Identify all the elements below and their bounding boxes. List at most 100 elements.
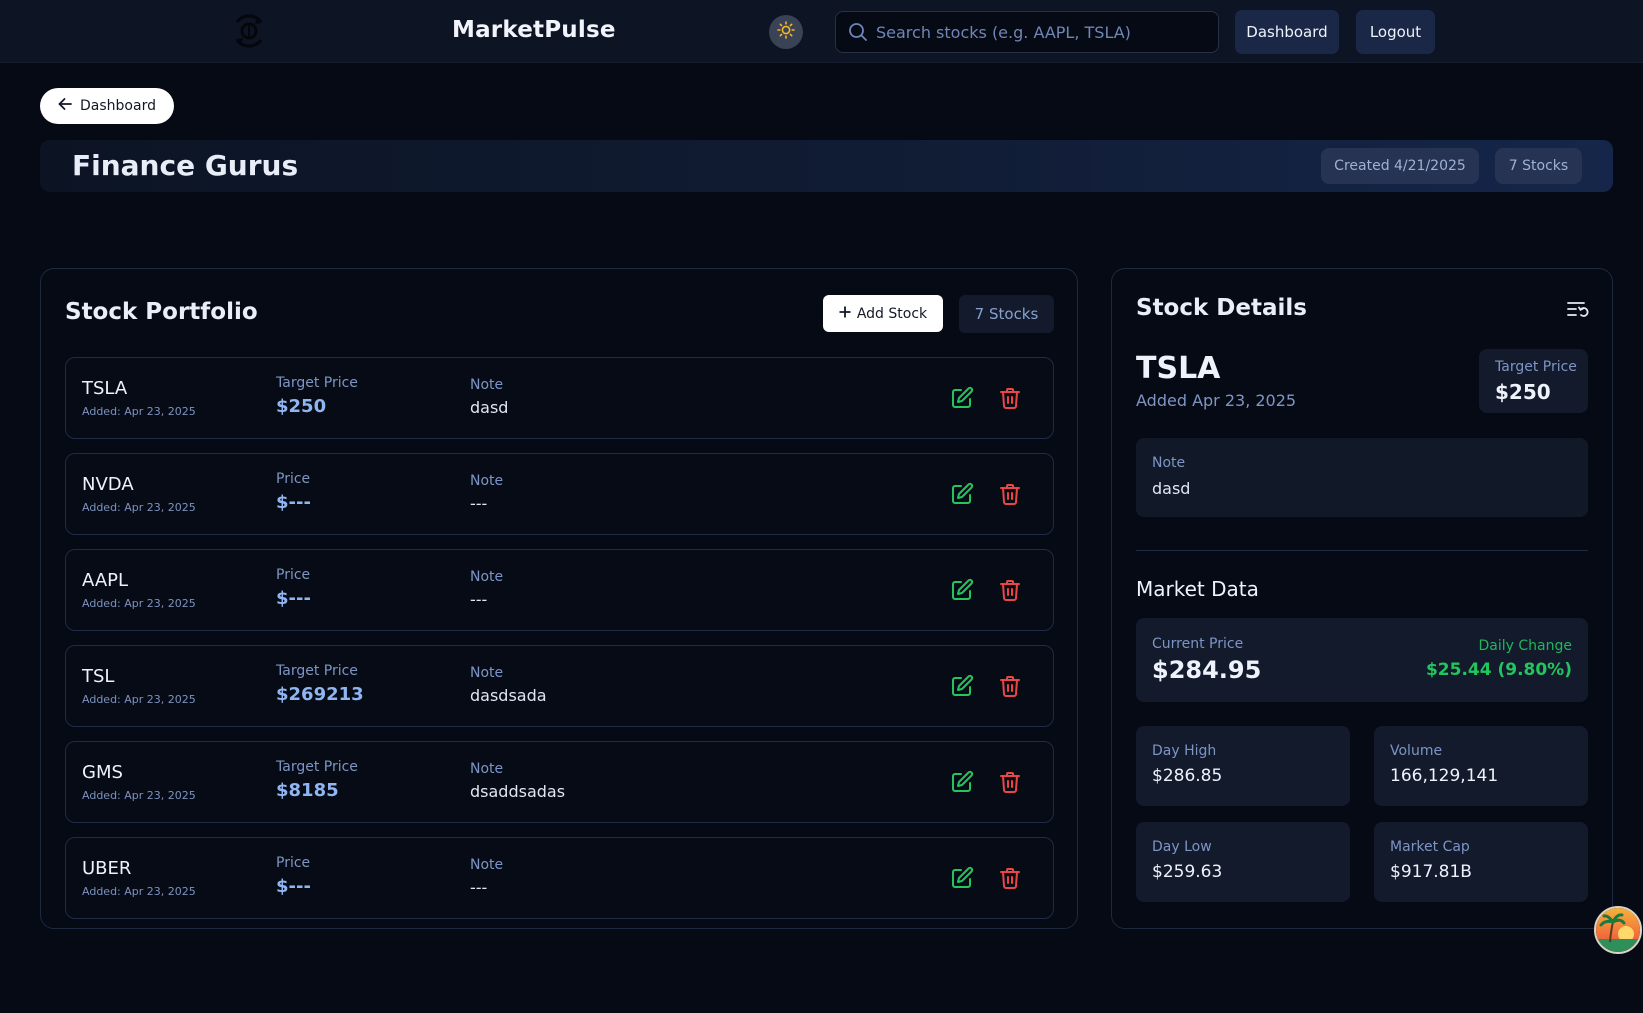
stock-row[interactable]: UBER Added: Apr 23, 2025 Price $--- Note --- (65, 837, 1054, 919)
theme-toggle-button[interactable] (769, 15, 803, 49)
note-label: Note (470, 569, 504, 585)
arrow-left-icon (58, 97, 72, 115)
stock-symbol: TSLA (82, 378, 128, 399)
current-price-card: Current Price $284.95 Daily Change $25.4… (1136, 618, 1588, 702)
add-stock-label: Add Stock (856, 305, 928, 322)
note-value: dasdsada (470, 686, 547, 705)
search-input[interactable] (876, 22, 1218, 42)
detail-added-date: Added Apr 23, 2025 (1136, 391, 1297, 410)
target-price-label: Target Price (1495, 359, 1577, 375)
stock-symbol: UBER (82, 858, 132, 879)
trash-icon[interactable] (998, 674, 1022, 698)
edit-icon[interactable] (950, 674, 974, 698)
stock-symbol: NVDA (82, 474, 134, 495)
plus-icon (839, 306, 851, 322)
edit-icon[interactable] (950, 866, 974, 890)
price-label: Price (276, 471, 311, 487)
day-low-value: $259.63 (1152, 862, 1223, 882)
stock-symbol: GMS (82, 762, 123, 783)
volume-label: Volume (1390, 743, 1443, 759)
day-low-label: Day Low (1152, 839, 1212, 855)
edit-icon[interactable] (950, 482, 974, 506)
stock-added-date: Added: Apr 23, 2025 (82, 597, 196, 610)
target-price-value: $250 (1495, 380, 1551, 404)
list-reset-icon[interactable] (1566, 299, 1590, 319)
dashboard-button[interactable]: Dashboard (1235, 10, 1339, 54)
price-value: $269213 (276, 684, 364, 705)
price-value: $--- (276, 492, 311, 513)
search-bar (835, 11, 1219, 53)
stock-added-date: Added: Apr 23, 2025 (82, 501, 196, 514)
stock-row[interactable]: GMS Added: Apr 23, 2025 Target Price $8185 N… (65, 741, 1054, 823)
day-high-label: Day High (1152, 743, 1217, 759)
stock-row[interactable]: AAPL Added: Apr 23, 2025 Price $--- Note --- (65, 549, 1054, 631)
price-value: $--- (276, 876, 311, 897)
logo-icon[interactable] (228, 12, 270, 50)
top-navbar: MarketPulse Dashboard Logout (0, 0, 1643, 63)
day-high-card: Day High $286.85 (1136, 726, 1350, 806)
detail-symbol: TSLA (1136, 351, 1221, 386)
market-data-title: Market Data (1136, 577, 1259, 601)
search-icon (848, 22, 868, 42)
sun-icon (777, 21, 795, 43)
stock-portfolio-panel: Stock Portfolio Add Stock 7 Stocks TSLA A… (40, 268, 1078, 929)
stock-added-date: Added: Apr 23, 2025 (82, 885, 196, 898)
note-label: Note (470, 473, 504, 489)
note-value: dasd (1152, 479, 1191, 498)
stock-symbol: TSL (82, 666, 115, 687)
note-label: Note (1152, 455, 1186, 471)
group-title: Finance Gurus (72, 149, 299, 182)
price-value: $8185 (276, 780, 339, 801)
edit-icon[interactable] (950, 770, 974, 794)
edit-icon[interactable] (950, 578, 974, 602)
portfolio-title: Stock Portfolio (65, 299, 258, 325)
stock-added-date: Added: Apr 23, 2025 (82, 789, 196, 802)
market-cap-value: $917.81B (1390, 862, 1472, 882)
add-stock-button[interactable]: Add Stock (823, 295, 943, 332)
group-header: Finance Gurus Created 4/21/2025 7 Stocks (40, 140, 1613, 192)
price-label: Price (276, 567, 311, 583)
volume-value: 166,129,141 (1390, 766, 1499, 786)
volume-card: Volume 166,129,141 (1374, 726, 1588, 806)
logout-button[interactable]: Logout (1356, 10, 1435, 54)
daily-change-value: $25.44 (9.80%) (1425, 660, 1572, 680)
created-date-badge: Created 4/21/2025 (1321, 148, 1479, 184)
stock-row[interactable]: TSL Added: Apr 23, 2025 Target Price $26921… (65, 645, 1054, 727)
price-label: Target Price (276, 759, 358, 775)
market-cap-label: Market Cap (1390, 839, 1470, 855)
stock-added-date: Added: Apr 23, 2025 (82, 405, 196, 418)
note-value: --- (470, 494, 488, 513)
price-value: $--- (276, 588, 311, 609)
note-value: dasd (470, 398, 509, 417)
trash-icon[interactable] (998, 578, 1022, 602)
day-high-value: $286.85 (1152, 766, 1223, 786)
stock-symbol: AAPL (82, 570, 129, 591)
note-card: Note dasd (1136, 438, 1588, 517)
trash-icon[interactable] (998, 866, 1022, 890)
note-value: dsaddsadas (470, 782, 566, 801)
trash-icon[interactable] (998, 770, 1022, 794)
price-label: Price (276, 855, 311, 871)
stock-details-panel: Stock Details TSLA Added Apr 23, 2025 Ta… (1111, 268, 1613, 929)
current-price-value: $284.95 (1152, 656, 1262, 684)
daily-change-label: Daily Change (1478, 638, 1572, 654)
stock-row[interactable]: TSLA Added: Apr 23, 2025 Target Price $250 N… (65, 357, 1054, 439)
market-cap-card: Market Cap $917.81B (1374, 822, 1588, 902)
note-label: Note (470, 761, 504, 777)
stock-added-date: Added: Apr 23, 2025 (82, 693, 196, 706)
trash-icon[interactable] (998, 482, 1022, 506)
current-price-label: Current Price (1152, 636, 1244, 652)
note-value: --- (470, 590, 488, 609)
day-low-card: Day Low $259.63 (1136, 822, 1350, 902)
note-label: Note (470, 377, 504, 393)
edit-icon[interactable] (950, 386, 974, 410)
assistant-avatar[interactable] (1594, 906, 1642, 954)
brand-title[interactable]: MarketPulse (452, 17, 616, 43)
details-title: Stock Details (1136, 295, 1307, 321)
stock-count-badge: 7 Stocks (1495, 148, 1582, 184)
stock-row[interactable]: NVDA Added: Apr 23, 2025 Price $--- Note --- (65, 453, 1054, 535)
trash-icon[interactable] (998, 386, 1022, 410)
divider (1136, 550, 1588, 551)
price-label: Target Price (276, 375, 358, 391)
back-to-dashboard-button[interactable]: Dashboard (40, 88, 174, 124)
